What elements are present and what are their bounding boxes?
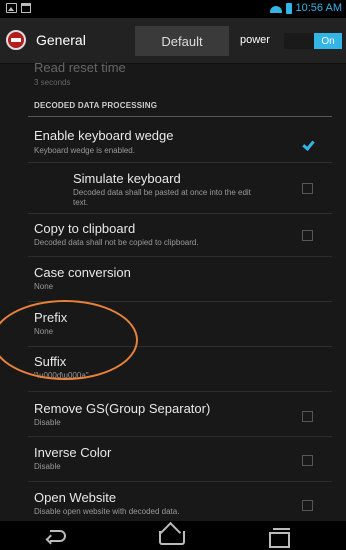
setting-summary: Decoded data shall be pasted at once int… — [73, 188, 251, 197]
setting-title: Enable keyboard wedge — [34, 128, 174, 143]
wifi-icon — [270, 3, 282, 13]
store-icon — [21, 3, 31, 13]
setting-read-reset-time: Read reset time 3 seconds — [0, 60, 346, 94]
setting-summary: Disable — [34, 462, 61, 471]
setting-title: Inverse Color — [34, 445, 112, 460]
profile-tab-default[interactable]: Default — [135, 26, 229, 56]
power-toggle[interactable]: On — [284, 33, 342, 49]
image-icon — [6, 3, 17, 13]
setting-title: Read reset time — [34, 60, 126, 75]
battery-icon — [285, 2, 292, 14]
simulate-keyboard-checkbox[interactable] — [302, 183, 313, 194]
setting-summary: 3 seconds — [34, 78, 71, 87]
setting-title: Open Website — [34, 490, 117, 505]
setting-simulate-keyboard[interactable]: Simulate keyboard Decoded data shall be … — [0, 163, 346, 213]
remove-gs-checkbox[interactable] — [302, 411, 313, 422]
clock: 10:56 AM — [295, 2, 342, 14]
setting-summary: None — [34, 282, 54, 291]
recent-apps-icon[interactable] — [262, 525, 302, 548]
inverse-color-checkbox[interactable] — [302, 455, 313, 466]
setting-title: Suffix — [34, 354, 67, 369]
section-divider — [28, 116, 332, 117]
setting-title: Remove GS(Group Separator) — [34, 401, 211, 416]
setting-inverse-color[interactable]: Inverse Color Disable — [0, 437, 346, 481]
setting-summary: None — [34, 327, 54, 336]
status-bar: 10:56 AM — [0, 0, 346, 18]
section-header: DECODED DATA PROCESSING — [34, 101, 158, 110]
setting-summary: Disable — [34, 418, 61, 427]
setting-title: Case conversion — [34, 265, 131, 280]
setting-keyboard-wedge[interactable]: Enable keyboard wedge Keyboard wedge is … — [0, 120, 346, 162]
power-toggle-on: On — [314, 33, 342, 49]
back-icon[interactable] — [44, 525, 84, 547]
setting-summary: Disable open website with decoded data. — [34, 507, 180, 516]
setting-title: Copy to clipboard — [34, 221, 136, 236]
setting-summary: Decoded data shall not be copied to clip… — [34, 238, 199, 247]
setting-title: Simulate keyboard — [73, 171, 181, 186]
settings-list: Read reset time 3 seconds DECODED DATA P… — [0, 60, 346, 521]
setting-copy-clipboard[interactable]: Copy to clipboard Decoded data shall not… — [0, 214, 346, 256]
setting-summary-line2: text. — [73, 198, 89, 207]
setting-title: Prefix — [34, 310, 68, 325]
app-logo-icon[interactable] — [6, 30, 26, 50]
open-website-checkbox[interactable] — [302, 500, 313, 511]
setting-suffix[interactable]: Suffix "\u000d\u000a" — [0, 347, 346, 391]
setting-summary: Keyboard wedge is enabled. — [34, 146, 135, 155]
action-bar: General Default power On — [0, 18, 346, 64]
home-icon[interactable] — [152, 525, 192, 547]
setting-open-website[interactable]: Open Website Disable open website with d… — [0, 482, 346, 521]
setting-case-conversion[interactable]: Case conversion None — [0, 257, 346, 301]
setting-prefix[interactable]: Prefix None — [0, 302, 346, 346]
page-title: General — [36, 32, 86, 48]
keyboard-wedge-checkbox[interactable] — [302, 140, 313, 151]
copy-clipboard-checkbox[interactable] — [302, 230, 313, 241]
setting-summary: "\u000d\u000a" — [34, 371, 89, 380]
power-label: power — [240, 34, 270, 46]
navigation-bar — [0, 521, 346, 550]
setting-remove-gs[interactable]: Remove GS(Group Separator) Disable — [0, 392, 346, 436]
